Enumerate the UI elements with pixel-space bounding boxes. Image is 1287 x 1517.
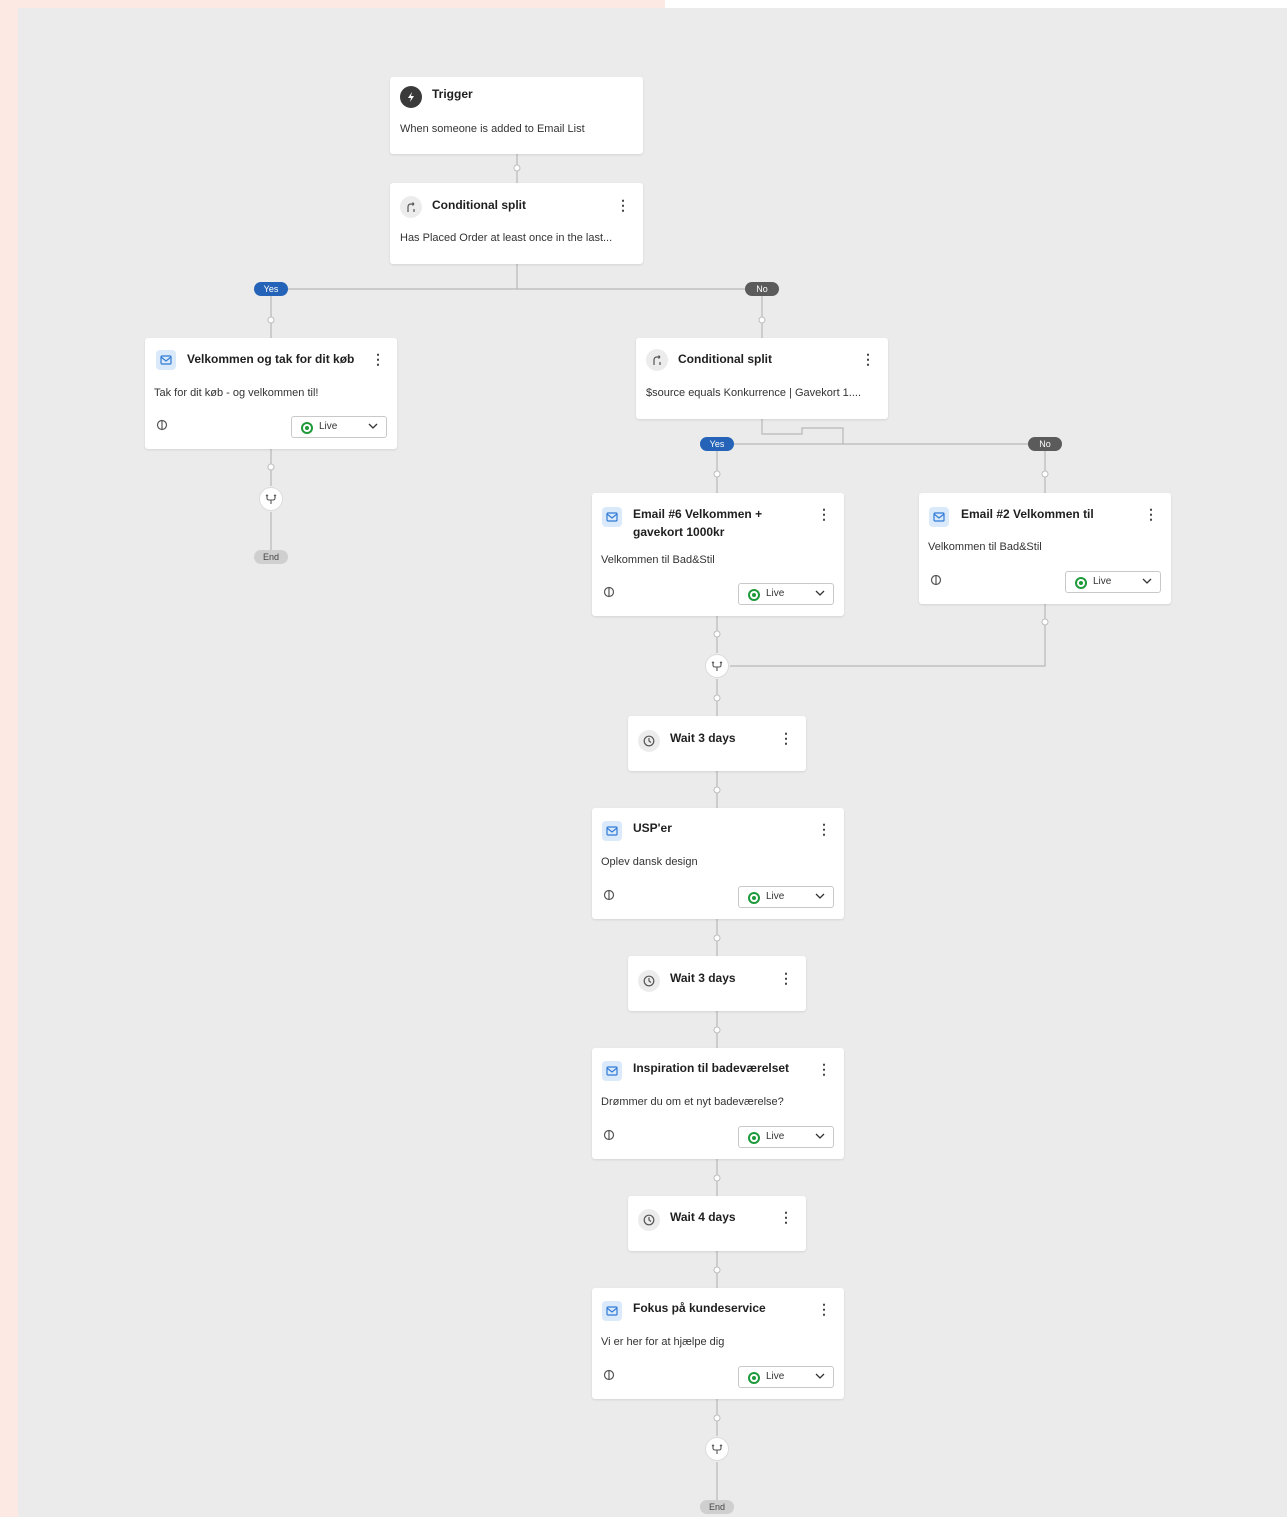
chevron-down-icon: [368, 423, 378, 429]
end-node: End: [254, 550, 288, 564]
email-card-usp[interactable]: USP'er ⋮ Oplev dansk design Live: [592, 808, 844, 919]
live-status-icon: [748, 1372, 760, 1384]
status-label: Live: [1093, 576, 1112, 587]
wait-label: Wait 3 days: [670, 731, 736, 745]
split-description: Has Placed Order at least once in the la…: [400, 232, 613, 244]
chevron-down-icon: [1142, 578, 1152, 584]
chevron-down-icon: [815, 893, 825, 899]
yes-branch-label: Yes: [254, 282, 288, 296]
split-icon: [646, 349, 668, 371]
split-title: Conditional split: [678, 352, 772, 366]
merge-icon: [705, 1437, 729, 1461]
live-status-icon: [748, 1132, 760, 1144]
email-subject: Velkommen til Bad&Stil: [928, 541, 1042, 553]
clock-icon: [638, 970, 660, 992]
stats-icon[interactable]: [603, 1369, 615, 1384]
kebab-menu-icon[interactable]: ⋮: [861, 351, 875, 367]
status-label: Live: [766, 588, 785, 599]
split-description: $source equals Konkurrence | Gavekort 1.…: [646, 387, 862, 399]
status-label: Live: [766, 1371, 785, 1382]
kebab-menu-icon[interactable]: ⋮: [779, 1209, 793, 1225]
envelope-icon: [602, 1301, 622, 1321]
kebab-menu-icon[interactable]: ⋮: [779, 970, 793, 986]
status-dropdown[interactable]: Live: [738, 583, 834, 605]
email-card-6[interactable]: Email #6 Velkommen + gavekort 1000kr ⋮ V…: [592, 493, 844, 616]
stats-icon[interactable]: [603, 1129, 615, 1144]
trigger-title: Trigger: [432, 87, 473, 101]
email-card-2[interactable]: Email #2 Velkommen til ⋮ Velkommen til B…: [919, 493, 1171, 604]
wait-label: Wait 4 days: [670, 1210, 736, 1224]
split-title: Conditional split: [432, 198, 526, 212]
kebab-menu-icon[interactable]: ⋮: [1144, 506, 1158, 522]
merge-icon: [705, 654, 729, 678]
stats-icon[interactable]: [603, 586, 615, 601]
kebab-menu-icon[interactable]: ⋮: [817, 821, 831, 837]
email-title: Inspiration til badeværelset: [633, 1061, 790, 1075]
split-icon: [400, 196, 422, 218]
email-subject: Oplev dansk design: [601, 856, 698, 868]
conditional-split-card[interactable]: Conditional split ⋮ Has Placed Order at …: [390, 183, 643, 264]
kebab-menu-icon[interactable]: ⋮: [817, 506, 831, 522]
email-title: Email #2 Velkommen til: [961, 507, 1094, 521]
kebab-menu-icon[interactable]: ⋮: [817, 1061, 831, 1077]
email-card-kundeservice[interactable]: Fokus på kundeservice ⋮ Vi er her for at…: [592, 1288, 844, 1399]
stats-icon[interactable]: [603, 889, 615, 904]
status-label: Live: [319, 421, 338, 432]
kebab-menu-icon[interactable]: ⋮: [817, 1301, 831, 1317]
envelope-icon: [602, 507, 622, 527]
kebab-menu-icon[interactable]: ⋮: [616, 197, 630, 213]
status-dropdown[interactable]: Live: [291, 416, 387, 438]
merge-icon: [259, 487, 283, 511]
wait-label: Wait 3 days: [670, 971, 736, 985]
envelope-icon: [156, 350, 176, 370]
yes-branch-label: Yes: [700, 437, 734, 451]
envelope-icon: [602, 1061, 622, 1081]
email-card-inspiration[interactable]: Inspiration til badeværelset ⋮ Drømmer d…: [592, 1048, 844, 1159]
live-status-icon: [1075, 577, 1087, 589]
clock-icon: [638, 1209, 660, 1231]
conditional-split-card-2[interactable]: Conditional split ⋮ $source equals Konku…: [636, 338, 888, 419]
stats-icon[interactable]: [156, 419, 168, 434]
status-dropdown[interactable]: Live: [738, 1126, 834, 1148]
chevron-down-icon: [815, 590, 825, 596]
status-dropdown[interactable]: Live: [738, 886, 834, 908]
stats-icon[interactable]: [930, 574, 942, 589]
email-subject: Tak for dit køb - og velkommen til!: [154, 387, 319, 399]
live-status-icon: [748, 589, 760, 601]
envelope-icon: [929, 507, 949, 527]
status-label: Live: [766, 1131, 785, 1142]
trigger-card[interactable]: Trigger When someone is added to Email L…: [390, 77, 643, 154]
end-node: End: [700, 1500, 734, 1514]
status-dropdown[interactable]: Live: [1065, 571, 1161, 593]
kebab-menu-icon[interactable]: ⋮: [371, 351, 385, 367]
lightning-icon: [400, 86, 422, 108]
live-status-icon: [301, 422, 313, 434]
email-title: USP'er: [633, 821, 672, 835]
chevron-down-icon: [815, 1133, 825, 1139]
status-label: Live: [766, 891, 785, 902]
email-title: Velkommen og tak for dit køb: [187, 352, 355, 366]
email-card-velkommen-tak[interactable]: Velkommen og tak for dit køb ⋮ Tak for d…: [145, 338, 397, 449]
clock-icon: [638, 730, 660, 752]
email-subject: Drømmer du om et nyt badeværelse?: [601, 1096, 784, 1108]
email-title-line1: Email #6 Velkommen +: [633, 507, 763, 521]
wait-card-3[interactable]: Wait 4 days ⋮: [628, 1196, 806, 1251]
kebab-menu-icon[interactable]: ⋮: [779, 730, 793, 746]
live-status-icon: [748, 892, 760, 904]
status-dropdown[interactable]: Live: [738, 1366, 834, 1388]
email-title: Fokus på kundeservice: [633, 1301, 766, 1315]
wait-card-1[interactable]: Wait 3 days ⋮: [628, 716, 806, 771]
trigger-description: When someone is added to Email List: [400, 123, 585, 135]
no-branch-label: No: [1028, 437, 1062, 451]
envelope-icon: [602, 821, 622, 841]
email-subject: Vi er her for at hjælpe dig: [601, 1336, 725, 1348]
email-subject: Velkommen til Bad&Stil: [601, 554, 715, 566]
no-branch-label: No: [745, 282, 779, 296]
chevron-down-icon: [815, 1373, 825, 1379]
email-title-line2: gavekort 1000kr: [633, 525, 725, 539]
wait-card-2[interactable]: Wait 3 days ⋮: [628, 956, 806, 1011]
